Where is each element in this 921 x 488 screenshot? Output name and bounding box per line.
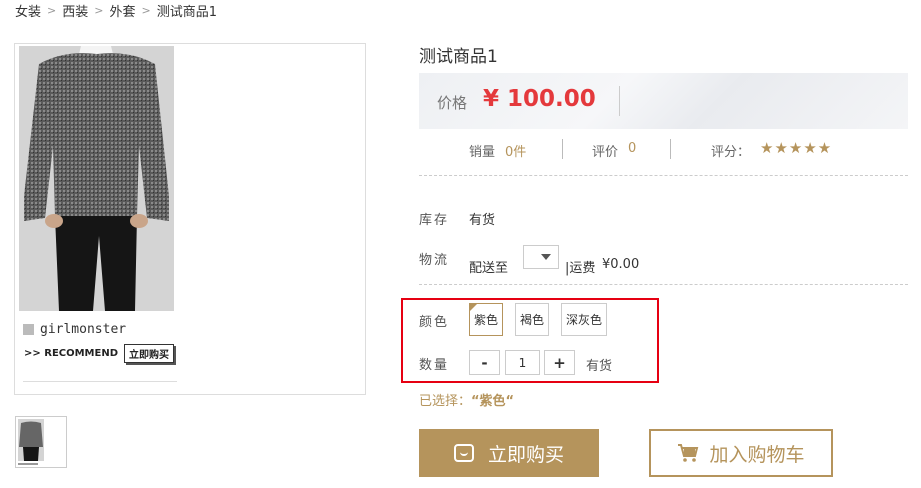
quantity-stock-status: 有货: [586, 359, 613, 374]
breadcrumb-item[interactable]: 西装: [62, 1, 88, 20]
chevron-right-icon: >: [47, 4, 57, 17]
recommend-text: >> RECOMMEND: [24, 348, 119, 359]
thumbnail-image: [16, 417, 66, 467]
selected-prefix: 已选择：: [419, 394, 472, 409]
divider: [419, 175, 908, 176]
reviews-value: 0: [628, 141, 637, 156]
reviews-label: 评价: [592, 145, 619, 160]
sweater-model-illustration: [19, 46, 174, 311]
color-option-dark-gray[interactable]: 深灰色: [561, 303, 607, 336]
bag-icon: [453, 444, 474, 462]
divider: [419, 284, 908, 285]
breadcrumb-item[interactable]: 女装: [15, 1, 41, 20]
freight-value: ¥0.00: [602, 257, 640, 272]
buy-now-button[interactable]: 立即购买: [419, 429, 599, 477]
buy-now-label: 立即购买: [487, 443, 564, 466]
brand-watermark: girlmonster: [23, 322, 126, 337]
ship-to-label: 配送至: [469, 261, 509, 276]
price-panel: 价格 ¥ 100.00: [419, 73, 908, 129]
logistics-label: 物流: [419, 253, 450, 268]
price-label: 价格: [437, 94, 468, 112]
divider: [23, 381, 177, 382]
chevron-right-icon: >: [94, 4, 104, 17]
breadcrumb-item[interactable]: 测试商品1: [157, 1, 217, 20]
reviews-stat[interactable]: 评价 0: [592, 141, 636, 160]
color-option-brown[interactable]: 褐色: [515, 303, 549, 336]
product-thumbnail[interactable]: [15, 416, 67, 468]
product-title: 测试商品1: [419, 47, 498, 67]
ship-to-select[interactable]: [523, 245, 559, 269]
recommend-buy-badge: 立即购买: [124, 344, 175, 363]
quantity-decrease-button[interactable]: -: [469, 350, 500, 375]
main-product-image[interactable]: girlmonster >> RECOMMEND 立即购买: [14, 43, 366, 395]
logo-square-icon: [23, 324, 34, 335]
breadcrumb-item[interactable]: 外套: [109, 1, 135, 20]
quantity-increase-button[interactable]: +: [544, 350, 575, 375]
quantity-input[interactable]: [505, 350, 540, 375]
cart-icon: [678, 444, 699, 462]
quantity-label: 数量: [419, 358, 450, 373]
price-value: ¥ 100.00: [483, 86, 596, 112]
watermark-text: girlmonster: [40, 322, 127, 337]
divider: [562, 139, 563, 159]
stock-label: 库存: [419, 213, 450, 228]
add-to-cart-label: 加入购物车: [709, 443, 805, 466]
freight-label: |运费: [565, 261, 596, 276]
recommend-banner: >> RECOMMEND 立即购买: [24, 344, 175, 363]
star-rating-icon: ★★★★★: [760, 139, 833, 157]
product-photo: [19, 46, 174, 311]
add-to-cart-button[interactable]: 加入购物车: [649, 429, 833, 477]
chevron-right-icon: >: [141, 4, 151, 17]
color-option-purple[interactable]: 紫色: [469, 303, 503, 336]
sales-label: 销量: [469, 145, 496, 160]
stock-value: 有货: [469, 213, 496, 228]
chevron-down-icon: [541, 254, 551, 260]
sales-value: 0件: [505, 145, 527, 160]
rating-stat: 评分： ★★★★★: [711, 139, 833, 160]
selected-value: “紫色“: [471, 394, 515, 409]
selected-summary: 已选择：“紫色“: [419, 390, 514, 409]
color-label: 颜色: [419, 315, 450, 330]
product-stats: 销量 0件 评价 0 评分： ★★★★★: [419, 138, 908, 162]
divider: [670, 139, 671, 159]
divider: [619, 86, 620, 116]
breadcrumb: 女装 > 西装 > 外套 > 测试商品1: [15, 1, 217, 20]
rating-label: 评分：: [711, 145, 751, 160]
sales-stat: 销量 0件: [469, 141, 526, 160]
